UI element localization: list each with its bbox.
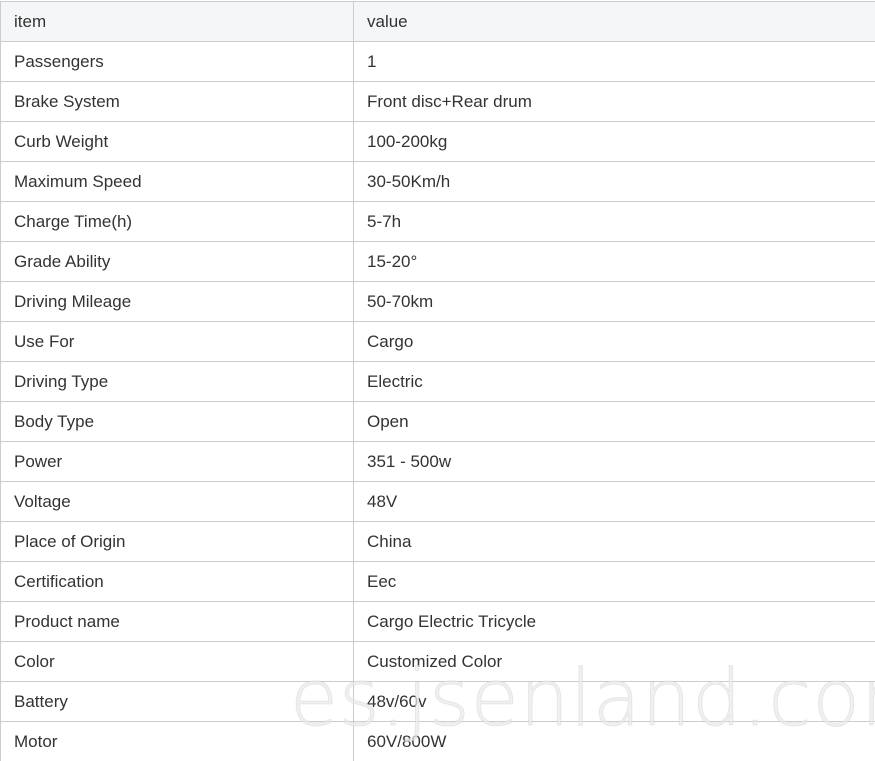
table-row: Use For Cargo xyxy=(0,321,875,362)
table-row: Driving Type Electric xyxy=(0,361,875,402)
row-item: Battery xyxy=(0,681,354,722)
row-value: 351 - 500w xyxy=(353,441,875,482)
table-row: Voltage 48V xyxy=(0,481,875,522)
table-row: Curb Weight 100-200kg xyxy=(0,121,875,162)
row-value: Customized Color xyxy=(353,641,875,682)
row-item: Certification xyxy=(0,561,354,602)
row-value: 48v/60v xyxy=(353,681,875,722)
table-row: Passengers 1 xyxy=(0,41,875,82)
row-value: 60V/800W xyxy=(353,721,875,761)
row-value: Eec xyxy=(353,561,875,602)
row-item: Color xyxy=(0,641,354,682)
row-item: Product name xyxy=(0,601,354,642)
row-value: 100-200kg xyxy=(353,121,875,162)
row-value: 5-7h xyxy=(353,201,875,242)
row-item: Driving Mileage xyxy=(0,281,354,322)
row-item: Motor xyxy=(0,721,354,761)
row-value: Cargo Electric Tricycle xyxy=(353,601,875,642)
row-item: Maximum Speed xyxy=(0,161,354,202)
table-row: Certification Eec xyxy=(0,561,875,602)
row-item: Voltage xyxy=(0,481,354,522)
row-value: China xyxy=(353,521,875,562)
table-row: Place of Origin China xyxy=(0,521,875,562)
header-value: value xyxy=(353,1,875,42)
table-row: Color Customized Color xyxy=(0,641,875,682)
row-item: Place of Origin xyxy=(0,521,354,562)
table-row: Maximum Speed 30-50Km/h xyxy=(0,161,875,202)
table-row: Brake System Front disc+Rear drum xyxy=(0,81,875,122)
spec-table: item value Passengers 1 Brake System Front … xyxy=(0,1,875,761)
table-row: Driving Mileage 50-70km xyxy=(0,281,875,322)
table-row: Charge Time(h) 5-7h xyxy=(0,201,875,242)
row-value: Cargo xyxy=(353,321,875,362)
table-row: Motor 60V/800W xyxy=(0,721,875,761)
table-row: Grade Ability 15-20° xyxy=(0,241,875,282)
table-row: Battery 48v/60v xyxy=(0,681,875,722)
row-item: Power xyxy=(0,441,354,482)
row-value: Electric xyxy=(353,361,875,402)
row-item: Driving Type xyxy=(0,361,354,402)
row-item: Grade Ability xyxy=(0,241,354,282)
table-row: Product name Cargo Electric Tricycle xyxy=(0,601,875,642)
table-row: Body Type Open xyxy=(0,401,875,442)
row-value: 48V xyxy=(353,481,875,522)
row-item: Curb Weight xyxy=(0,121,354,162)
row-item: Passengers xyxy=(0,41,354,82)
row-item: Use For xyxy=(0,321,354,362)
table-header-row: item value xyxy=(0,1,875,42)
row-item: Body Type xyxy=(0,401,354,442)
row-item: Brake System xyxy=(0,81,354,122)
header-item: item xyxy=(0,1,354,42)
table-row: Power 351 - 500w xyxy=(0,441,875,482)
row-value: Open xyxy=(353,401,875,442)
row-value: Front disc+Rear drum xyxy=(353,81,875,122)
row-value: 30-50Km/h xyxy=(353,161,875,202)
row-value: 1 xyxy=(353,41,875,82)
row-value: 50-70km xyxy=(353,281,875,322)
row-value: 15-20° xyxy=(353,241,875,282)
row-item: Charge Time(h) xyxy=(0,201,354,242)
